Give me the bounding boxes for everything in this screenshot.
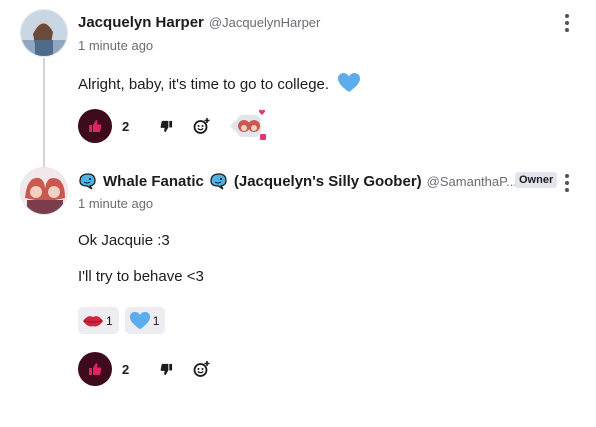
dislike-button[interactable]: [156, 359, 176, 379]
add-reaction-button[interactable]: [192, 116, 212, 136]
author-handle[interactable]: @JacquelynHarper: [209, 15, 320, 30]
like-button[interactable]: [78, 109, 112, 143]
sticker-reaction[interactable]: [228, 109, 274, 143]
more-options-icon[interactable]: [561, 13, 573, 33]
avatar[interactable]: [20, 167, 68, 215]
like-button[interactable]: [78, 352, 112, 386]
blue-heart-icon: [129, 311, 150, 329]
thumbs-down-icon: [160, 120, 172, 132]
avatar[interactable]: [20, 9, 68, 57]
timestamp: 1 minute ago: [78, 196, 154, 211]
author-name[interactable]: Jacquelyn Harper: [78, 14, 204, 31]
timestamp: 1 minute ago: [78, 38, 154, 53]
reaction-bar: 1 1: [78, 307, 171, 334]
author-name-part1[interactable]: Whale Fanatic: [103, 173, 204, 190]
comment-header: Jacquelyn Harper @JacquelynHarper: [78, 14, 320, 31]
whale-icon: [78, 172, 98, 190]
add-reaction-icon: [193, 118, 210, 134]
author-handle[interactable]: @SamanthaP...: [427, 174, 517, 189]
thread-connector-line: [43, 58, 45, 167]
comment-line: Alright, baby, it's time to go to colleg…: [78, 75, 330, 93]
comment-line: Ok Jacquie :3: [78, 232, 170, 249]
comment-text: Alright, baby, it's time to go to colleg…: [78, 73, 361, 97]
thumbs-up-icon: [89, 120, 102, 132]
thumbs-down-icon: [160, 363, 172, 375]
like-count: 2: [122, 118, 130, 134]
comment-header: Whale Fanatic (Jacquelyn's Silly Goober)…: [78, 172, 517, 190]
thumbs-up-icon: [89, 363, 102, 375]
comment-line: I'll try to behave <3: [78, 268, 204, 285]
more-options-icon[interactable]: [561, 173, 573, 193]
dislike-button[interactable]: [156, 116, 176, 136]
reaction-chip-kiss[interactable]: 1: [78, 307, 119, 334]
add-reaction-button[interactable]: [192, 359, 212, 379]
author-name-part2[interactable]: (Jacquelyn's Silly Goober): [234, 173, 422, 190]
reaction-chip-heart[interactable]: 1: [124, 307, 166, 334]
reaction-count: 1: [106, 313, 113, 328]
whale-icon: [209, 172, 229, 190]
blue-heart-icon: [337, 71, 361, 95]
comment-actions: 2: [78, 109, 274, 143]
like-count: 2: [122, 361, 130, 377]
lips-kiss-icon: [83, 315, 103, 326]
owner-badge: Owner: [515, 172, 558, 188]
comment-actions: 2: [78, 352, 212, 386]
reaction-count: 1: [152, 313, 160, 328]
add-reaction-icon: [193, 361, 210, 377]
